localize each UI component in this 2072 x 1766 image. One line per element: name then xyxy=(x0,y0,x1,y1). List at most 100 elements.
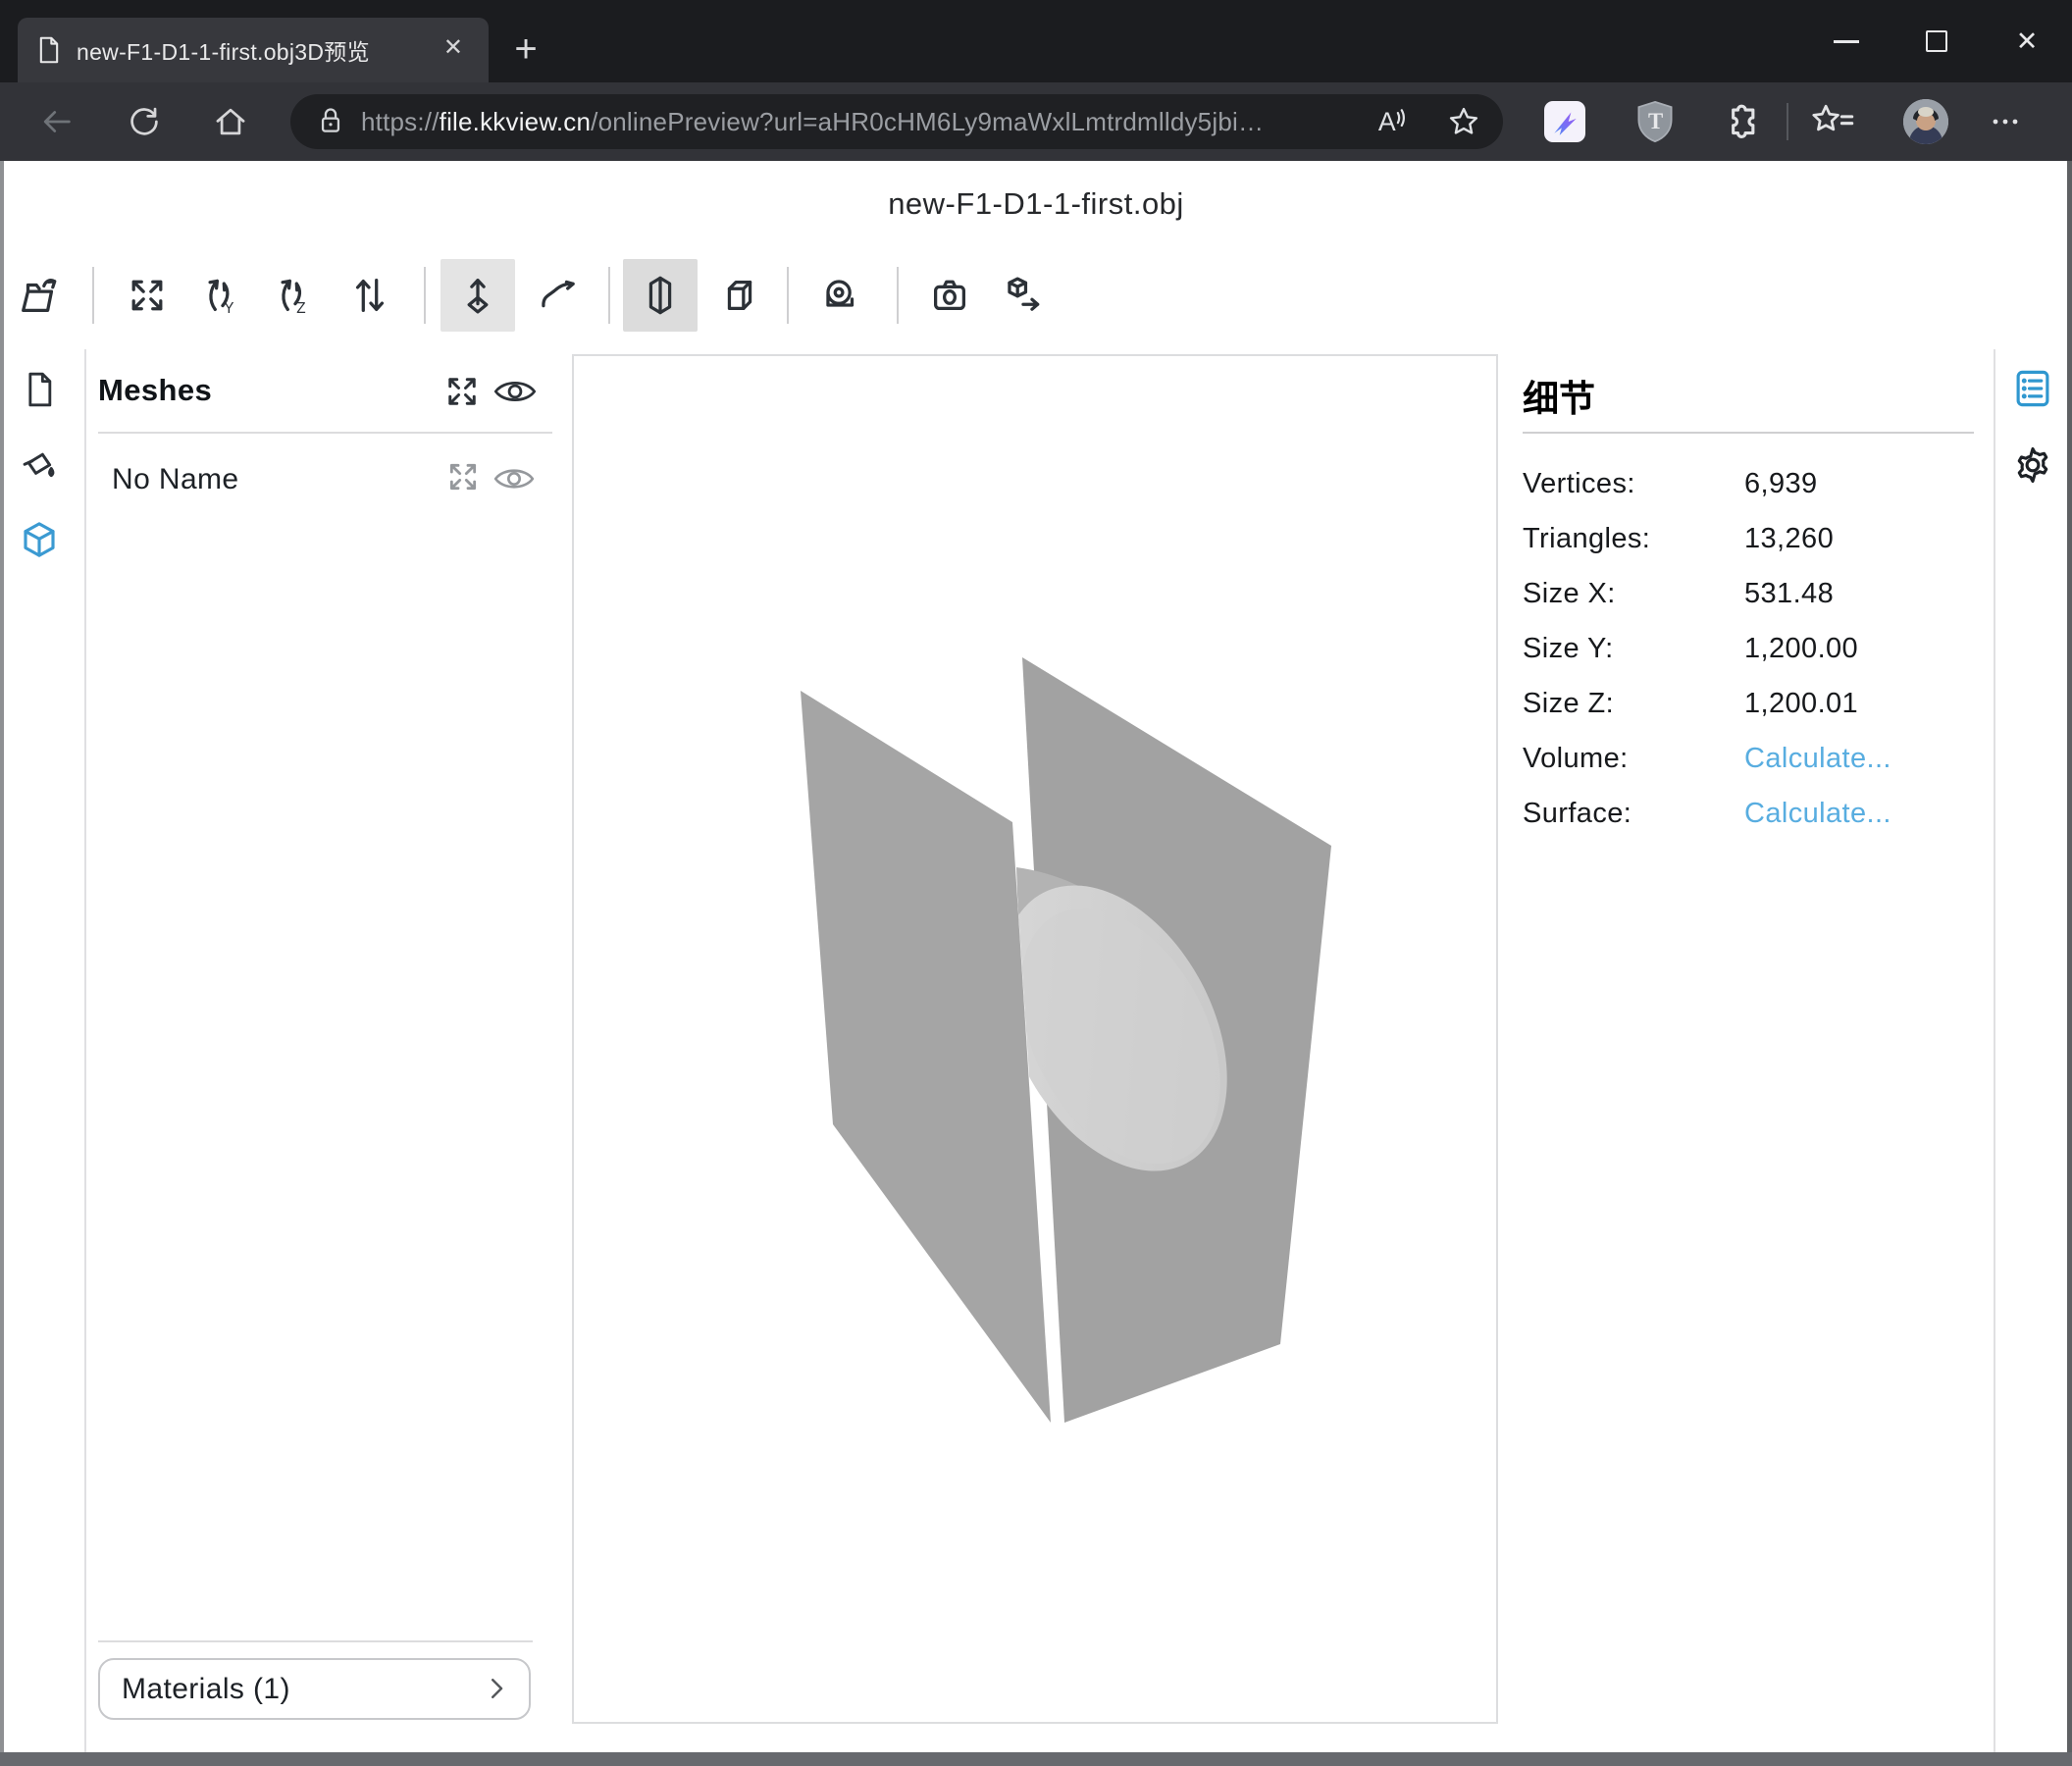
orbit-rotate-icon xyxy=(535,273,580,318)
paint-bucket-icon xyxy=(19,445,60,487)
browser-navbar: https://file.kkview.cn/onlinePreview?url… xyxy=(0,82,2072,161)
rail-settings-tab[interactable] xyxy=(2005,438,2060,493)
export-model-button[interactable] xyxy=(985,259,1060,332)
browser-menu-button[interactable] xyxy=(1984,82,2027,161)
mesh-item-name[interactable]: No Name xyxy=(112,463,239,496)
detail-row-volume: Volume: Calculate... xyxy=(1523,731,1974,786)
up-axis-button[interactable] xyxy=(440,259,515,332)
toolbar-separator xyxy=(92,267,94,324)
profile-button[interactable] xyxy=(1903,82,1948,161)
back-button[interactable] xyxy=(27,82,86,161)
maximize-icon xyxy=(1926,30,1947,52)
volume-calculate-link[interactable]: Calculate... xyxy=(1744,743,1891,775)
detail-row-vertices: Vertices: 6,939 xyxy=(1523,456,1974,511)
new-tab-button[interactable]: + xyxy=(502,26,549,73)
viewport-3d[interactable] xyxy=(572,354,1498,1724)
detail-label: Size X: xyxy=(1523,578,1744,610)
rotate-z-icon: Z xyxy=(272,273,317,318)
meshes-fit-button[interactable] xyxy=(441,371,483,412)
rail-details-tab-active[interactable] xyxy=(2005,361,2060,416)
favorites-collections-button[interactable] xyxy=(1809,82,1856,161)
toolbar-separator xyxy=(608,267,610,324)
home-button[interactable] xyxy=(201,82,260,161)
url-text[interactable]: https://file.kkview.cn/onlinePreview?url… xyxy=(361,107,1264,137)
page-file-icon xyxy=(37,36,61,64)
right-rail-divider xyxy=(1994,349,1995,1752)
maximize-button[interactable] xyxy=(1891,0,1982,82)
materials-divider xyxy=(98,1640,533,1642)
measure-tape-icon xyxy=(818,273,863,318)
favorite-star-icon[interactable] xyxy=(1446,104,1481,139)
collections-star-icon xyxy=(1809,100,1856,143)
materials-button[interactable]: Materials (1) xyxy=(98,1658,531,1720)
read-aloud-icon[interactable]: A xyxy=(1370,104,1409,139)
orbit-button[interactable] xyxy=(520,259,595,332)
box-view-icon xyxy=(717,273,762,318)
flip-vertical-icon xyxy=(347,273,392,318)
fit-view-icon xyxy=(125,273,170,318)
detail-label: Vertices: xyxy=(1523,468,1744,500)
detail-label: Triangles: xyxy=(1523,523,1744,555)
browser-tab[interactable]: new-F1-D1-1-first.obj3D预览 ✕ xyxy=(18,18,489,82)
address-bar[interactable]: https://file.kkview.cn/onlinePreview?url… xyxy=(290,94,1503,149)
browser-titlebar: new-F1-D1-1-first.obj3D预览 ✕ + ✕ xyxy=(0,0,2072,82)
detail-row-size-x: Size X: 531.48 xyxy=(1523,566,1974,621)
file-icon xyxy=(20,370,59,409)
refresh-button[interactable] xyxy=(115,82,174,161)
rotate-z-letter: Z xyxy=(296,300,305,317)
surface-calculate-link[interactable]: Calculate... xyxy=(1744,798,1891,830)
detail-label: Volume: xyxy=(1523,743,1744,775)
rotate-y-letter: Y xyxy=(224,300,233,317)
extensions-menu[interactable] xyxy=(1719,82,1762,161)
meshes-panel-title: Meshes xyxy=(98,373,212,408)
open-model-icon xyxy=(17,273,62,318)
minimize-button[interactable] xyxy=(1801,0,1891,82)
extension-shield[interactable]: T xyxy=(1634,82,1676,161)
meshes-divider xyxy=(98,432,552,434)
flip-vertical-button[interactable] xyxy=(333,259,407,332)
bird-extension-icon xyxy=(1544,101,1585,142)
open-model-button[interactable] xyxy=(2,259,77,332)
rail-file-tab[interactable] xyxy=(12,362,67,417)
extension-bird[interactable] xyxy=(1544,82,1585,161)
browser-window: new-F1-D1-1-first.obj3D预览 ✕ + ✕ https://… xyxy=(0,0,2072,1766)
detail-label: Surface: xyxy=(1523,798,1744,830)
toolbar-separator xyxy=(787,267,789,324)
detail-row-size-y: Size Y: 1,200.00 xyxy=(1523,621,1974,676)
left-plane xyxy=(801,691,1051,1423)
ellipsis-icon xyxy=(1984,100,2027,143)
close-icon: ✕ xyxy=(2016,26,2039,57)
rotate-y-icon: Y xyxy=(199,273,244,318)
shield-letter: T xyxy=(1648,109,1663,133)
window-controls: ✕ xyxy=(1801,0,2072,82)
mesh-item-visibility-button[interactable] xyxy=(492,463,536,494)
snapshot-button[interactable] xyxy=(912,259,987,332)
meshes-visibility-button[interactable] xyxy=(492,375,538,408)
lock-icon[interactable] xyxy=(316,105,345,138)
tab-close-icon[interactable]: ✕ xyxy=(443,33,463,62)
read-aloud-letter: A xyxy=(1378,107,1396,136)
measure-button[interactable] xyxy=(803,259,878,332)
mesh-item-fit-button[interactable] xyxy=(443,457,483,496)
fit-view-button[interactable] xyxy=(110,259,184,332)
box-view-button[interactable] xyxy=(702,259,777,332)
url-host: file.kkview.cn xyxy=(440,107,592,136)
minimize-icon xyxy=(1834,40,1859,43)
camera-icon xyxy=(927,273,972,318)
tab-title: new-F1-D1-1-first.obj3D预览 xyxy=(77,33,370,67)
details-divider xyxy=(1523,432,1974,434)
rotate-z-button[interactable]: Z xyxy=(257,259,332,332)
chevron-right-icon xyxy=(482,1674,511,1703)
materials-label: Materials (1) xyxy=(122,1673,290,1706)
left-rail-divider xyxy=(84,349,86,1752)
detail-row-triangles: Triangles: 13,260 xyxy=(1523,511,1974,566)
model-render xyxy=(574,356,1496,1722)
rail-model-tab-active[interactable] xyxy=(12,512,67,567)
window-edge xyxy=(2067,161,2072,1766)
detail-row-surface: Surface: Calculate... xyxy=(1523,786,1974,841)
close-button[interactable]: ✕ xyxy=(1982,0,2072,82)
rotate-y-button[interactable]: Y xyxy=(184,259,259,332)
shaded-view-button[interactable] xyxy=(623,259,698,332)
rail-materials-tab[interactable] xyxy=(12,439,67,493)
window-edge xyxy=(0,1752,2072,1766)
